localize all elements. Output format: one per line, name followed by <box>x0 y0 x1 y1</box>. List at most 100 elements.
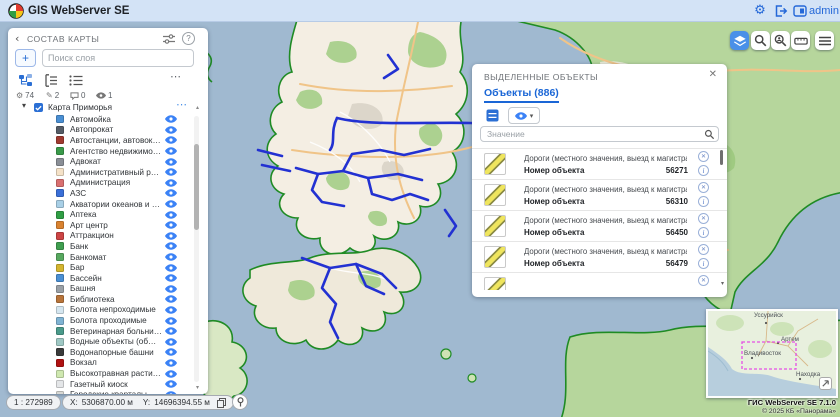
layer-visibility-toggle[interactable] <box>165 285 178 293</box>
object-row[interactable]: Дороги (местного значения, выезд к магис… <box>472 148 727 179</box>
layer-row[interactable]: Болота непроходимые <box>8 305 208 316</box>
add-layer-button[interactable]: + <box>15 49 36 67</box>
layer-row[interactable]: Газетный киоск <box>8 379 208 390</box>
layer-visibility-toggle[interactable] <box>165 317 178 325</box>
layer-row[interactable]: Арт центр <box>8 220 208 231</box>
object-row[interactable]: Дороги (местного значения, выезд к магис… <box>472 179 727 210</box>
deselect-object-icon[interactable]: ✕ <box>698 151 709 162</box>
object-row[interactable]: Дороги (местного значения, выезд к магис… <box>472 241 727 272</box>
object-row-partial[interactable]: ✕ <box>472 272 727 290</box>
scroll-down-icon[interactable]: ▾ <box>196 384 199 391</box>
settings-gear-icon[interactable]: ⚙ <box>752 3 768 19</box>
layer-row[interactable]: Аптека <box>8 209 208 220</box>
panel-overflow-menu[interactable]: ⋯ <box>170 70 182 83</box>
tree-view-icon[interactable] <box>19 74 33 87</box>
layer-visibility-toggle[interactable] <box>165 274 178 282</box>
layer-visibility-toggle[interactable] <box>165 295 178 303</box>
map-menu-button[interactable] <box>815 31 834 50</box>
panel-toggle-icon[interactable] <box>793 4 807 18</box>
root-layer-checkbox[interactable] <box>34 103 43 112</box>
layer-visibility-toggle[interactable] <box>165 264 178 272</box>
layer-list-scrollbar[interactable] <box>194 116 199 382</box>
layer-row[interactable]: Администрация <box>8 178 208 189</box>
layer-row[interactable]: Библиотека <box>8 294 208 305</box>
layer-visibility-toggle[interactable] <box>165 380 178 388</box>
layer-row[interactable]: Вокзал <box>8 358 208 369</box>
layer-visibility-toggle[interactable] <box>165 179 178 187</box>
layer-visibility-toggle[interactable] <box>165 158 178 166</box>
layer-visibility-toggle[interactable] <box>165 338 178 346</box>
layer-row[interactable]: Городские кварталы <box>8 389 208 394</box>
layer-visibility-toggle[interactable] <box>165 168 178 176</box>
deselect-object-icon[interactable]: ✕ <box>698 213 709 224</box>
layer-visibility-toggle[interactable] <box>165 242 178 250</box>
layer-visibility-toggle[interactable] <box>165 348 178 356</box>
scrollbar-thumb[interactable] <box>194 144 199 230</box>
layer-visibility-toggle[interactable] <box>165 253 178 261</box>
layer-visibility-toggle[interactable] <box>165 359 178 367</box>
layer-row[interactable]: Автопрокат <box>8 125 208 136</box>
layer-row[interactable]: Аттракцион <box>8 231 208 242</box>
layer-row[interactable]: Болота проходимые <box>8 315 208 326</box>
layer-visibility-toggle[interactable] <box>165 147 178 155</box>
copy-icon[interactable] <box>217 398 226 408</box>
scroll-down-icon[interactable]: ▾ <box>721 280 724 287</box>
layer-visibility-toggle[interactable] <box>165 327 178 335</box>
visibility-dropdown[interactable]: ▾ <box>508 107 540 124</box>
deselect-object-icon[interactable]: ✕ <box>698 275 709 286</box>
deselect-object-icon[interactable]: ✕ <box>698 244 709 255</box>
close-icon[interactable]: ✕ <box>709 69 717 80</box>
legend-view-icon[interactable] <box>44 74 58 87</box>
layer-visibility-toggle[interactable] <box>165 115 178 123</box>
layer-row[interactable]: АЗС <box>8 188 208 199</box>
layer-visibility-toggle[interactable] <box>165 232 178 240</box>
layer-row[interactable]: Акватории океанов и морей <box>8 199 208 210</box>
layer-row[interactable]: Водонапорные башни <box>8 347 208 358</box>
search-icon[interactable] <box>704 129 715 140</box>
minimap-collapse-button[interactable] <box>819 377 832 390</box>
root-layer-menu[interactable]: ⋯ <box>176 98 188 111</box>
objects-scrollbar-thumb[interactable] <box>720 150 723 165</box>
locate-button[interactable] <box>232 394 248 410</box>
table-view-icon[interactable] <box>486 109 499 122</box>
layer-visibility-toggle[interactable] <box>165 211 178 219</box>
back-chevron-icon[interactable]: ‹ <box>15 32 19 46</box>
address-search-button[interactable] <box>771 31 790 50</box>
tab-objects[interactable]: Объекты (886) <box>484 87 559 103</box>
layer-row[interactable]: Автомойка <box>8 114 208 125</box>
root-layer-row[interactable]: ▾ Карта Приморья ⋯ <box>8 102 208 113</box>
layer-row[interactable]: Банкомат <box>8 252 208 263</box>
list-view-icon[interactable] <box>69 74 83 87</box>
layer-search-input[interactable] <box>42 49 194 67</box>
layer-row[interactable]: Бассейн <box>8 273 208 284</box>
layer-row[interactable]: Банк <box>8 241 208 252</box>
help-icon[interactable]: ? <box>182 32 195 45</box>
layer-visibility-toggle[interactable] <box>165 136 178 144</box>
object-row[interactable]: Дороги (местного значения, выезд к магис… <box>472 210 727 241</box>
layer-visibility-toggle[interactable] <box>165 221 178 229</box>
coordinates-box[interactable]: X: 5306870.00 м Y: 14696394.55 м <box>62 395 234 410</box>
layer-row[interactable]: Агентство недвижимости <box>8 146 208 157</box>
layer-visibility-toggle[interactable] <box>165 189 178 197</box>
object-info-icon[interactable]: i <box>698 196 709 207</box>
layer-visibility-toggle[interactable] <box>165 126 178 134</box>
layer-visibility-toggle[interactable] <box>165 200 178 208</box>
layer-visibility-toggle[interactable] <box>165 370 178 378</box>
search-button[interactable] <box>751 31 770 50</box>
layer-row[interactable]: Административный район <box>8 167 208 178</box>
select-objects-button[interactable] <box>730 31 749 50</box>
value-search-input[interactable] <box>480 126 719 142</box>
collapse-caret-icon[interactable]: ▾ <box>22 101 26 110</box>
overview-map[interactable]: Уссурийск Артем Владивосток Находка <box>706 309 838 398</box>
layer-row[interactable]: Ветеринарная больница <box>8 326 208 337</box>
deselect-object-icon[interactable]: ✕ <box>698 182 709 193</box>
object-info-icon[interactable]: i <box>698 165 709 176</box>
layer-row[interactable]: Водные объекты (общее обозначение) <box>8 336 208 347</box>
object-info-icon[interactable]: i <box>698 227 709 238</box>
layer-visibility-toggle[interactable] <box>165 391 178 394</box>
measure-button[interactable] <box>791 31 810 50</box>
layer-filter-icon[interactable] <box>162 33 176 45</box>
layer-row[interactable]: Башня <box>8 284 208 295</box>
scale-box[interactable]: 1 : 272989 <box>6 395 61 410</box>
logout-icon[interactable] <box>774 4 788 18</box>
